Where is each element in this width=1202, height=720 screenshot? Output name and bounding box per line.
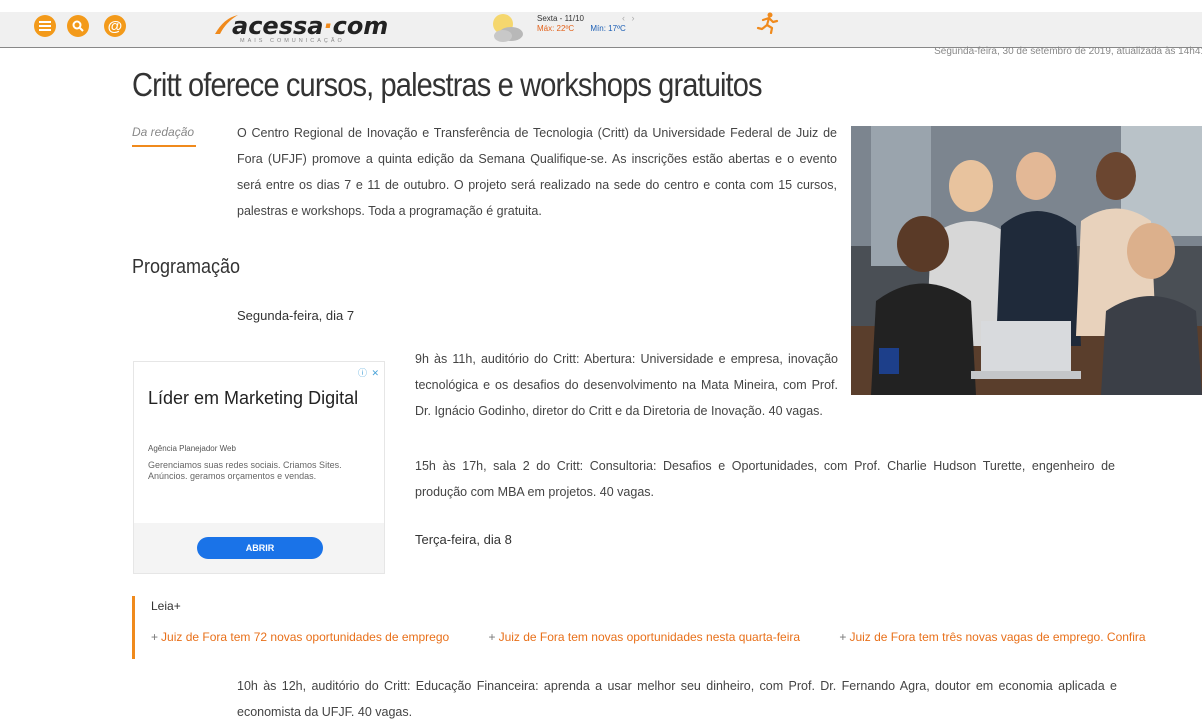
plus-icon: + xyxy=(839,630,847,644)
section-title-programacao: Programação xyxy=(132,256,241,278)
related-links: + Juiz de Fora tem 72 novas oportunidades… xyxy=(151,630,1182,644)
schedule-item: 15h às 17h, sala 2 do Critt: Consultoria… xyxy=(415,459,1115,499)
weather-widget: Sexta - 11/10 Máx: 22ºC Mín: 17ºC xyxy=(537,14,626,34)
related-accent-bar xyxy=(132,596,135,659)
related-link[interactable]: + Juiz de Fora tem novas oportunidades ne… xyxy=(489,630,801,644)
runner-icon[interactable] xyxy=(755,12,779,34)
ad-footer: ABRIR xyxy=(134,523,384,573)
article-photo xyxy=(851,126,1202,395)
ad-title[interactable]: Líder em Marketing Digital xyxy=(148,388,368,409)
related-title: Leia+ xyxy=(151,599,181,613)
schedule-item: 10h às 12h, auditório do Critt: Educação… xyxy=(237,679,1117,719)
logo-tagline: MAIS COMUNICAÇÃO xyxy=(240,38,345,44)
team-photo-image xyxy=(851,126,1202,395)
byline-divider xyxy=(132,145,196,147)
related-link[interactable]: + Juiz de Fora tem três novas vagas de em… xyxy=(839,630,1145,644)
weather-date: Sexta - 11/10 xyxy=(537,14,584,23)
weather-min: Mín: 17ºC xyxy=(590,24,626,33)
plus-icon: + xyxy=(488,630,496,644)
logo-wordmark: acessa·com xyxy=(232,12,389,40)
email-button[interactable]: @ xyxy=(104,15,126,37)
at-icon: @ xyxy=(107,17,123,35)
ad-open-button[interactable]: ABRIR xyxy=(197,537,323,559)
menu-icon xyxy=(39,21,51,31)
search-icon xyxy=(72,20,84,32)
article-byline: Da redação xyxy=(132,125,195,139)
article-dateline: Segunda-feira, 30 de setembro de 2019, a… xyxy=(934,46,1202,57)
logo-dot: · xyxy=(323,12,333,40)
article-title: Critt oferece cursos, palestras e worksh… xyxy=(132,66,763,103)
ad-close-icon[interactable]: ⓘ ✕ xyxy=(358,366,380,379)
menu-button[interactable] xyxy=(34,15,56,37)
top-bar: @ acessa·com MAIS COMUNICAÇÃO Sexta - 11… xyxy=(0,0,1202,48)
weather-nav-arrows[interactable]: ‹ › xyxy=(622,13,637,23)
ad-company: Agência Planejador Web xyxy=(148,444,236,453)
weather-max: Máx: 22ºC xyxy=(537,24,575,33)
related-link[interactable]: + Juiz de Fora tem 72 novas oportunidades… xyxy=(151,630,449,644)
day-heading-tuesday: Terça-feira, dia 8 xyxy=(415,532,512,547)
plus-icon: + xyxy=(151,630,159,644)
ad-banner[interactable]: ⓘ ✕ Líder em Marketing Digital Agência P… xyxy=(133,361,385,574)
schedule-item: 9h às 11h, auditório do Critt: Abertura:… xyxy=(415,352,838,418)
article-intro: O Centro Regional de Inovação e Transfer… xyxy=(237,126,837,218)
cloudy-sun-icon xyxy=(493,14,523,42)
search-button[interactable] xyxy=(67,15,89,37)
ad-description: Gerenciamos suas redes sociais. Criamos … xyxy=(148,460,342,481)
day-heading-monday: Segunda-feira, dia 7 xyxy=(237,308,355,323)
